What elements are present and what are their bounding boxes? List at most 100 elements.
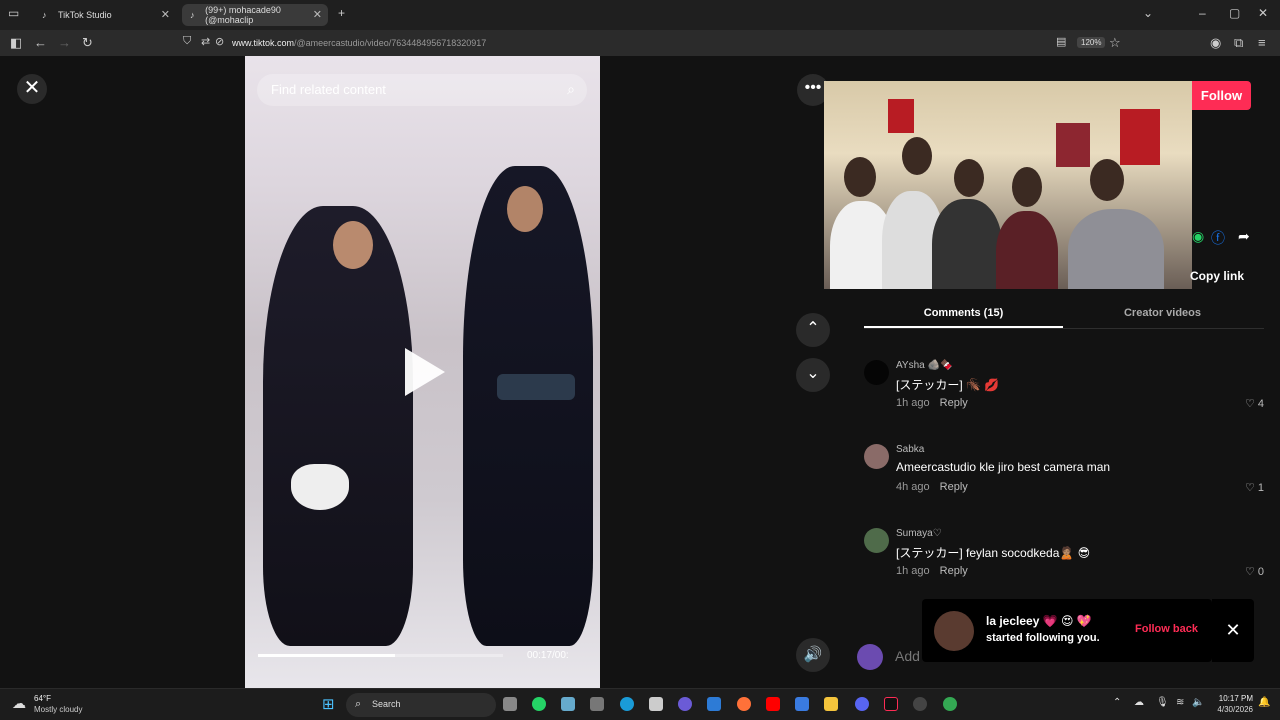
app-icon[interactable] <box>678 697 692 711</box>
copilot-icon[interactable] <box>561 697 575 711</box>
account-icon[interactable]: ◉ <box>1210 35 1221 51</box>
avatar[interactable] <box>864 444 889 469</box>
like-button[interactable]: ♡ 4 <box>1245 397 1264 410</box>
like-button[interactable]: ♡ 1 <box>1245 481 1264 494</box>
reply-button[interactable]: Reply <box>940 481 968 493</box>
comment-meta: 1h ago Reply <box>896 565 968 577</box>
like-button[interactable]: ♡ 0 <box>1245 565 1264 578</box>
video-progress-bar[interactable] <box>258 654 503 657</box>
comment-time: 1h ago <box>896 397 930 409</box>
follow-button[interactable]: Follow <box>1192 81 1251 110</box>
comment-username[interactable]: Sumaya♡ <box>896 528 942 539</box>
tab-actions-icon[interactable]: ▭ <box>8 6 19 20</box>
close-tab-icon[interactable]: ✕ <box>313 8 322 21</box>
app-icon[interactable] <box>795 697 809 711</box>
taskbar-time[interactable]: 10:17 PM <box>1213 694 1253 703</box>
whatsapp-icon[interactable]: ◉ <box>1192 228 1204 245</box>
close-tab-icon[interactable]: ✕ <box>161 8 170 21</box>
store-icon[interactable] <box>649 697 663 711</box>
site-info-icon[interactable]: ⛉ <box>183 35 191 48</box>
chrome-icon[interactable] <box>943 697 957 711</box>
no-track-icon[interactable]: ⊘ <box>215 35 224 48</box>
tab-list-chevron-icon[interactable]: ⌄ <box>1143 6 1153 20</box>
weather-cloud-icon[interactable]: ☁ <box>12 695 26 712</box>
minimize-icon[interactable]: – <box>1199 6 1206 20</box>
tab-comments[interactable]: Comments (15) <box>864 307 1063 328</box>
weather-temp[interactable]: 64°F <box>34 694 51 703</box>
next-video-button[interactable]: ⌄ <box>796 358 830 392</box>
close-window-icon[interactable]: ✕ <box>1258 6 1268 20</box>
video-player[interactable]: Find related content ⌕ 00:17/00: <box>245 56 600 688</box>
picture-in-picture-video[interactable] <box>824 81 1192 289</box>
app-icon[interactable] <box>590 697 604 711</box>
dismiss-notification-button[interactable]: ✕ <box>1212 599 1254 662</box>
windows-taskbar: ☁ 64°F Mostly cloudy ⊞ ⌕ Search ⌃ ☁ 🎙 ≋ … <box>0 688 1280 720</box>
url-path: /@ameercastudio/video/763448495671832091… <box>294 38 487 48</box>
tracking-icon[interactable]: ⇄ <box>201 35 210 48</box>
taskbar-date[interactable]: 4/30/2026 <box>1213 705 1253 714</box>
new-tab-icon[interactable]: + <box>338 6 345 20</box>
tray-overflow-icon[interactable]: ⌃ <box>1113 697 1121 708</box>
avatar[interactable] <box>864 360 889 385</box>
tab-current-video[interactable]: ♪ (99+) mohacade90 (@mohaclip ✕ <box>182 4 328 26</box>
tab-creator-videos[interactable]: Creator videos <box>1063 307 1262 319</box>
maximize-icon[interactable]: ▢ <box>1229 6 1240 20</box>
chatgpt-icon[interactable] <box>913 697 927 711</box>
comment-username[interactable]: AYsha 🪨🍫 <box>896 360 952 371</box>
bookmark-star-icon[interactable]: ☆ <box>1109 35 1121 51</box>
close-icon: ✕ <box>23 77 41 99</box>
video-progress-fill <box>258 654 396 657</box>
video-figure-left <box>263 206 413 646</box>
weather-desc[interactable]: Mostly cloudy <box>34 705 82 714</box>
like-count: 0 <box>1257 566 1264 578</box>
avatar[interactable] <box>934 611 974 651</box>
close-icon: ✕ <box>1225 620 1241 640</box>
wifi-icon[interactable]: ≋ <box>1176 697 1184 708</box>
notifications-icon[interactable]: 🔔 <box>1258 697 1270 708</box>
pip-head-2 <box>902 137 932 175</box>
task-view-icon[interactable] <box>503 697 517 711</box>
close-video-button[interactable]: ✕ <box>17 74 47 104</box>
chevron-up-icon: ⌃ <box>806 320 820 337</box>
volume-button[interactable]: 🔊 <box>796 638 830 672</box>
add-comment-input[interactable]: Add <box>895 648 920 664</box>
comment-username[interactable]: Sabka <box>896 444 924 455</box>
youtube-icon[interactable] <box>766 697 780 711</box>
search-placeholder: Find related content <box>271 82 386 97</box>
extensions-icon[interactable]: ⧉ <box>1234 35 1243 51</box>
url-field[interactable]: www.tiktok.com/@ameercastudio/video/7634… <box>232 38 486 48</box>
firefox-icon[interactable] <box>737 697 751 711</box>
back-icon[interactable]: ← <box>34 35 47 50</box>
microphone-icon[interactable]: 🎙 <box>1156 697 1169 708</box>
onedrive-icon[interactable]: ☁ <box>1134 697 1144 708</box>
file-explorer-icon[interactable] <box>824 697 838 711</box>
previous-video-button[interactable]: ⌃ <box>796 313 830 347</box>
mail-icon[interactable] <box>707 697 721 711</box>
video-face-right <box>507 186 543 232</box>
avatar[interactable] <box>864 528 889 553</box>
facebook-icon[interactable]: ⓕ <box>1211 228 1225 248</box>
follow-back-button[interactable]: Follow back <box>1135 623 1198 635</box>
play-icon[interactable] <box>405 348 445 396</box>
forward-icon[interactable]: → <box>58 35 71 50</box>
discord-icon[interactable] <box>855 697 869 711</box>
reply-button[interactable]: Reply <box>940 565 968 577</box>
whatsapp-icon[interactable] <box>532 697 546 711</box>
tab-tiktok-studio[interactable]: ♪ TikTok Studio ✕ <box>34 4 176 26</box>
heart-icon: ♡ <box>1244 398 1255 410</box>
refresh-icon[interactable]: ↻ <box>82 35 93 51</box>
find-related-search[interactable]: Find related content ⌕ <box>257 74 587 106</box>
reader-view-icon[interactable]: ▤ <box>1056 35 1066 48</box>
share-arrow-icon[interactable]: ➦ <box>1238 228 1250 245</box>
taskbar-search[interactable]: ⌕ Search <box>346 693 496 717</box>
volume-icon[interactable]: 🔈 <box>1192 697 1204 708</box>
zoom-level[interactable]: 120% <box>1077 37 1106 48</box>
menu-icon[interactable]: ≡ <box>1258 35 1266 50</box>
copy-link-button[interactable]: Copy link <box>1190 269 1244 283</box>
workspaces-icon[interactable]: ◧ <box>10 35 22 51</box>
tiktok-icon[interactable] <box>884 697 898 711</box>
edge-icon[interactable] <box>620 697 634 711</box>
reply-button[interactable]: Reply <box>940 397 968 409</box>
search-icon[interactable]: ⌕ <box>567 81 575 98</box>
windows-start-icon[interactable]: ⊞ <box>322 695 335 713</box>
